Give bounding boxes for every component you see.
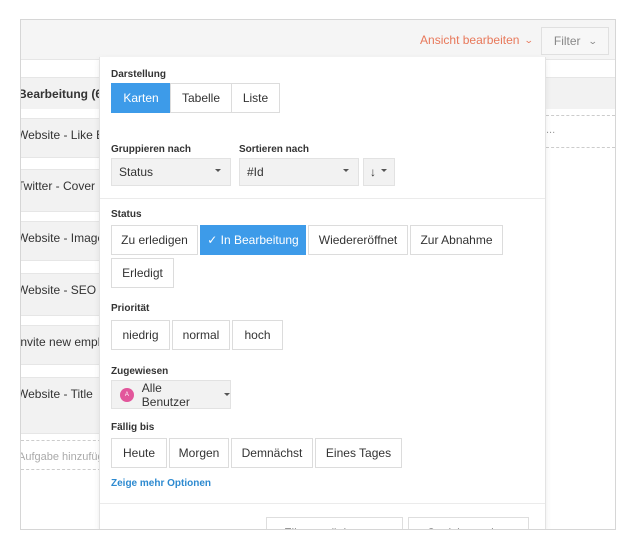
assignee-select[interactable]: A Alle Benutzer xyxy=(111,380,231,409)
avatar: A xyxy=(120,387,134,402)
ellipsis-text: ... xyxy=(546,124,556,136)
task-card[interactable]: Website - SEO xyxy=(21,273,101,316)
sort-direction-select[interactable]: ↓ xyxy=(363,158,395,186)
edit-view-button[interactable]: Ansicht bearbeiten ⌄ xyxy=(420,33,535,47)
display-table-button[interactable]: Tabelle xyxy=(170,83,232,113)
task-card-title: Website - Like Button xyxy=(21,128,100,142)
task-card-title: Invite new employees xyxy=(21,335,101,349)
divider xyxy=(546,147,615,148)
edit-view-label: Ansicht bearbeiten xyxy=(420,33,520,47)
status-todo-button[interactable]: Zu erledigen xyxy=(111,225,198,255)
display-toggle: Karten Tabelle Liste xyxy=(111,83,280,113)
priority-options: niedrig normal hoch xyxy=(111,320,283,350)
group-by-label: Gruppieren nach xyxy=(111,144,192,155)
priority-normal-button[interactable]: normal xyxy=(172,320,230,350)
task-card[interactable]: Website - Images xyxy=(21,221,101,261)
task-card[interactable]: Twitter - Cover Photo xyxy=(21,169,101,212)
toolbar: Ansicht bearbeiten ⌄ Filter ⌄ xyxy=(21,20,615,60)
group-by-select[interactable]: Status xyxy=(111,158,231,186)
show-more-options-link[interactable]: Zeige mehr Optionen xyxy=(111,478,211,489)
sort-by-value: #Id xyxy=(247,165,264,179)
display-list-button[interactable]: Liste xyxy=(231,83,280,113)
due-soon-button[interactable]: Demnächst xyxy=(231,438,313,468)
task-card-title: Website - Title xyxy=(21,387,93,401)
sort-by-label: Sortieren nach xyxy=(239,144,310,155)
status-label: Status xyxy=(111,209,142,220)
caret-down-icon xyxy=(224,393,230,396)
status-review-button[interactable]: Zur Abnahme xyxy=(410,225,503,255)
status-options: Zu erledigen ✓ In Bearbeitung Wiedereröf… xyxy=(111,225,503,255)
sort-direction-arrow-icon: ↓ xyxy=(370,165,376,179)
task-card-title: Twitter - Cover Photo xyxy=(21,179,100,193)
divider xyxy=(21,440,101,441)
task-card[interactable]: Invite new employees xyxy=(21,325,101,365)
task-card-title: Website - Images xyxy=(21,231,100,245)
section-divider xyxy=(100,198,545,199)
status-in-progress-button[interactable]: ✓ In Bearbeitung xyxy=(200,225,306,255)
assignee-value: Alle Benutzer xyxy=(141,380,190,409)
caret-down-icon xyxy=(215,169,221,172)
column-title: Bearbeitung (6) xyxy=(20,87,107,101)
status-options-row2: Erledigt xyxy=(111,258,174,288)
due-someday-button[interactable]: Eines Tages xyxy=(315,438,402,468)
filter-button[interactable]: Filter ⌄ xyxy=(541,27,609,55)
app-frame: Ansicht bearbeiten ⌄ Filter ⌄ Bearbeitun… xyxy=(20,19,616,530)
priority-label: Priorität xyxy=(111,303,150,314)
caret-down-icon xyxy=(381,169,387,172)
section-divider xyxy=(100,503,545,504)
status-reopened-button[interactable]: Wiedereröffnet xyxy=(308,225,408,255)
chevron-down-icon: ⌄ xyxy=(587,35,598,46)
task-card-title: Website - SEO xyxy=(21,283,97,297)
save-as-button[interactable]: Speichern als... xyxy=(408,517,529,529)
divider xyxy=(546,115,615,116)
group-by-value: Status xyxy=(119,165,154,179)
chevron-down-icon: ⌄ xyxy=(524,34,535,45)
assigned-label: Zugewiesen xyxy=(111,366,169,377)
status-done-button[interactable]: Erledigt xyxy=(111,258,174,288)
task-card[interactable]: Website - Title xyxy=(21,377,101,434)
display-label: Darstellung xyxy=(111,69,167,80)
filter-label: Filter xyxy=(553,34,581,48)
filter-panel: Darstellung Karten Tabelle Liste Gruppie… xyxy=(99,57,546,529)
due-options: Heute Morgen Demnächst Eines Tages xyxy=(111,438,402,468)
task-card[interactable]: Website - Like Button xyxy=(21,118,101,158)
divider xyxy=(21,469,101,470)
due-label: Fällig bis xyxy=(111,422,155,433)
priority-low-button[interactable]: niedrig xyxy=(111,320,170,350)
due-today-button[interactable]: Heute xyxy=(111,438,167,468)
sort-by-select[interactable]: #Id xyxy=(239,158,359,186)
display-cards-button[interactable]: Karten xyxy=(111,83,171,113)
caret-down-icon xyxy=(343,169,349,172)
reset-filter-button[interactable]: Filter zurücksetzen xyxy=(266,517,403,529)
priority-high-button[interactable]: hoch xyxy=(232,320,283,350)
due-tomorrow-button[interactable]: Morgen xyxy=(169,438,229,468)
